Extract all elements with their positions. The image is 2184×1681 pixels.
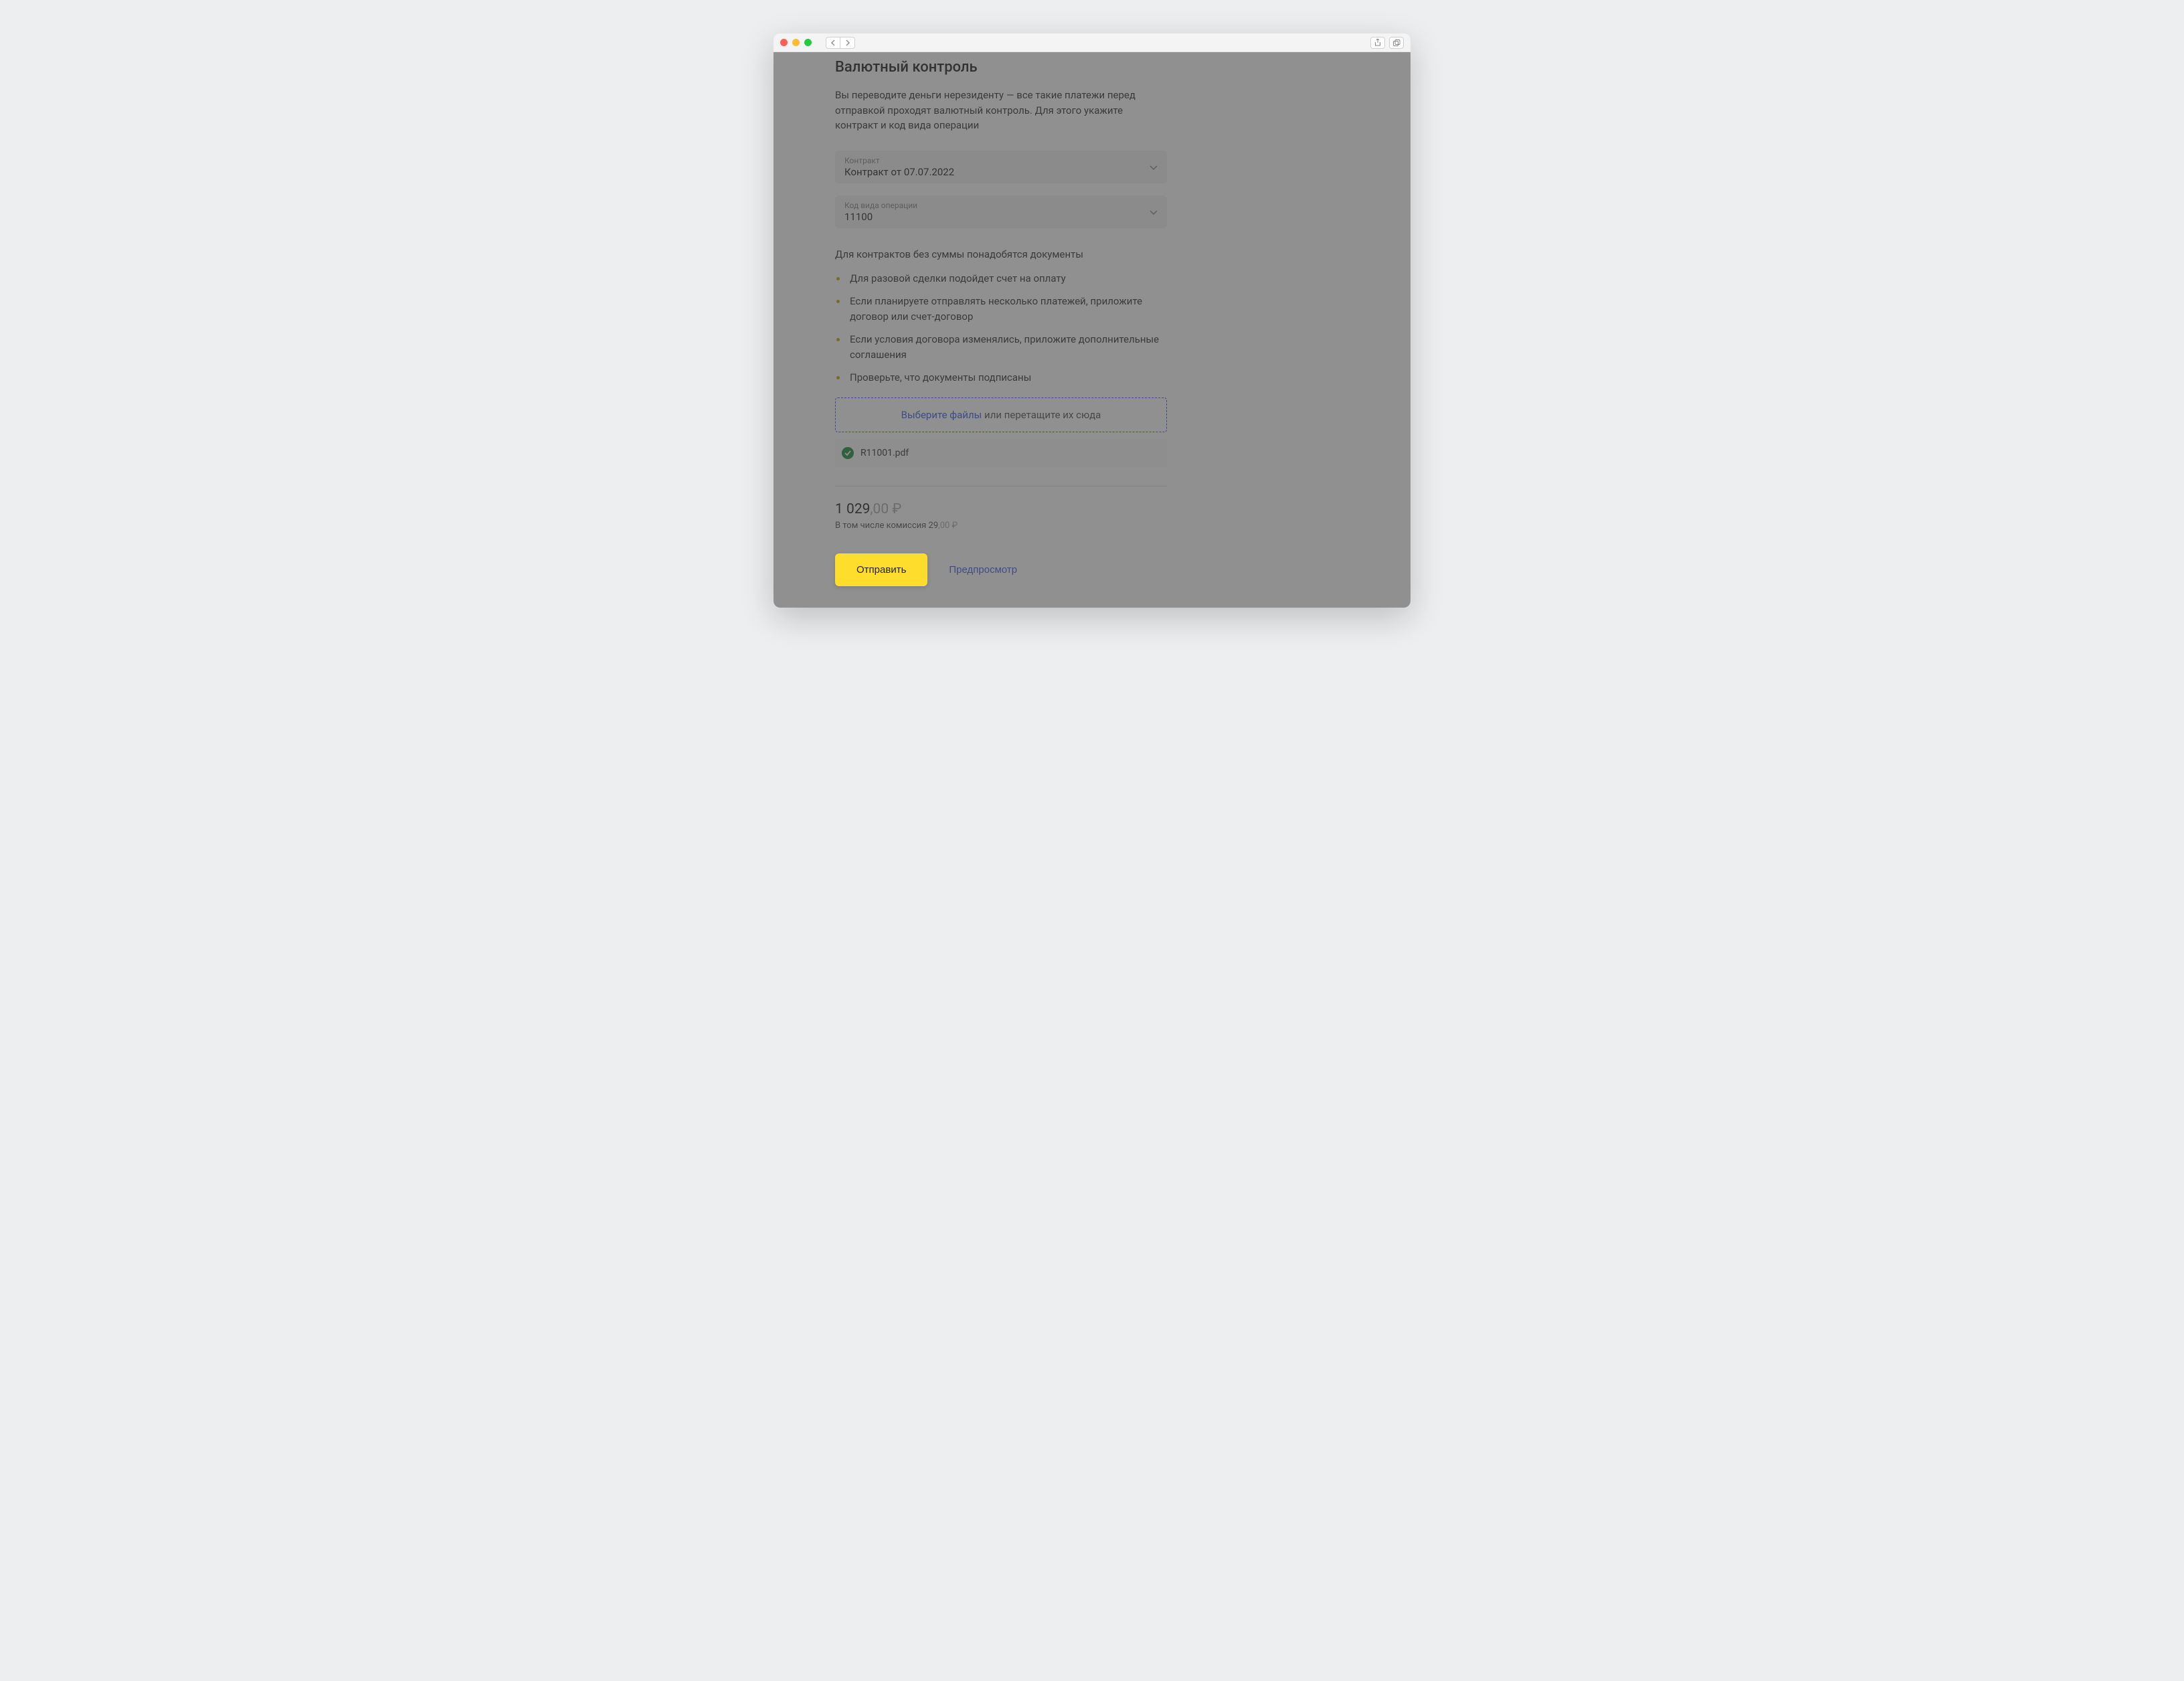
intro-text: Вы переводите деньги нерезиденту — все т… [835, 88, 1167, 133]
maximize-window-button[interactable] [804, 39, 812, 46]
app-window: Валютный контроль Вы переводите деньги н… [774, 33, 1410, 608]
nav-forward-button[interactable] [840, 37, 855, 49]
choose-files-link[interactable]: Выберите файлы [901, 409, 982, 421]
close-window-button[interactable] [780, 39, 788, 46]
documents-note: Для контрактов без суммы понадобятся док… [835, 248, 1167, 260]
page-title: Валютный контроль [835, 59, 1167, 76]
chevron-down-icon [1150, 161, 1158, 173]
minimize-window-button[interactable] [792, 39, 800, 46]
contract-value: Контракт от 07.07.2022 [844, 166, 954, 178]
list-item: Проверьте, что документы подписаны [835, 370, 1167, 385]
submit-button[interactable]: Отправить [835, 553, 927, 586]
documents-list: Для разовой сделки подойдет счет на опла… [835, 271, 1167, 385]
window-titlebar [774, 33, 1410, 52]
total-amount: 1 029,00 ₽ [835, 501, 1167, 517]
window-traffic-lights [780, 39, 812, 46]
list-item: Для разовой сделки подойдет счет на опла… [835, 271, 1167, 286]
file-name: R11001.pdf [860, 448, 909, 458]
tabs-button[interactable] [1389, 37, 1404, 49]
list-item: Если планируете отправлять несколько пла… [835, 294, 1167, 324]
form-content: Валютный контроль Вы переводите деньги н… [774, 52, 1228, 608]
list-item: Если условия договора изменялись, прилож… [835, 332, 1167, 362]
dropzone-hint: или перетащите их сюда [982, 409, 1101, 421]
check-icon [842, 447, 854, 459]
preview-button[interactable]: Предпросмотр [949, 564, 1017, 576]
share-button[interactable] [1370, 37, 1385, 49]
uploaded-file-row[interactable]: R11001.pdf [835, 439, 1167, 467]
contract-label: Контракт [844, 156, 954, 165]
contract-select[interactable]: Контракт Контракт от 07.07.2022 [835, 151, 1167, 183]
chevron-down-icon [1150, 205, 1158, 218]
operation-label: Код вида операции [844, 201, 917, 210]
commission-text: В том числе комиссия 29,00 ₽ [835, 521, 1167, 531]
operation-value: 11100 [844, 211, 917, 223]
nav-back-button[interactable] [826, 37, 840, 49]
operation-code-select[interactable]: Код вида операции 11100 [835, 195, 1167, 228]
file-dropzone[interactable]: Выберите файлы или перетащите их сюда [835, 397, 1167, 432]
